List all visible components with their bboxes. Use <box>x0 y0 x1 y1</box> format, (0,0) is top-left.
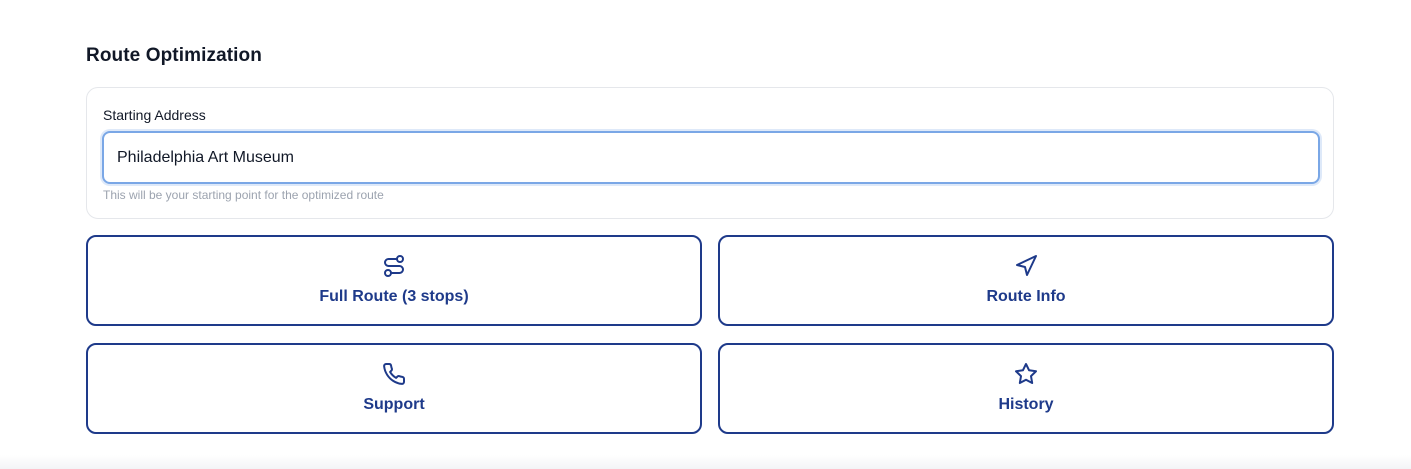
page: Route Optimization Starting Address This… <box>0 0 1411 469</box>
section-title: Route Optimization <box>86 45 262 66</box>
starting-address-label: Starting Address <box>103 107 206 123</box>
bottom-shade <box>0 455 1411 469</box>
route-info-button[interactable]: Route Info <box>718 235 1334 326</box>
support-button[interactable]: Support <box>86 343 702 434</box>
starting-address-help-text: This will be your starting point for the… <box>103 188 384 202</box>
full-route-button-label: Full Route (3 stops) <box>319 288 469 305</box>
starting-address-input[interactable] <box>102 131 1320 184</box>
route-icon <box>382 254 406 278</box>
support-button-label: Support <box>363 396 425 413</box>
star-icon <box>1014 362 1038 386</box>
starting-address-card: Starting Address This will be your start… <box>86 87 1334 219</box>
history-button[interactable]: History <box>718 343 1334 434</box>
full-route-button[interactable]: Full Route (3 stops) <box>86 235 702 326</box>
route-info-button-label: Route Info <box>986 288 1066 305</box>
history-button-label: History <box>998 396 1054 413</box>
phone-icon <box>382 362 406 386</box>
navigation-icon <box>1014 254 1038 278</box>
